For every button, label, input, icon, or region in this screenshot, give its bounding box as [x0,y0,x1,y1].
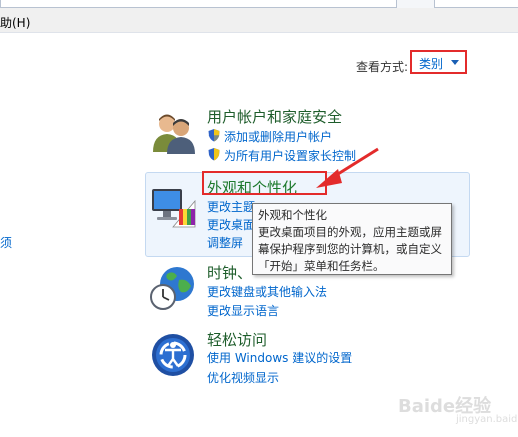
left-pane-link[interactable]: 须 [0,234,12,251]
view-by-dropdown[interactable]: 类别 [410,50,467,74]
address-bar[interactable] [0,0,397,8]
menu-bar: 助(H) [0,8,518,33]
link-add-remove-accounts[interactable]: 添加或删除用户帐户 [224,128,332,145]
tooltip-line: 幕保护程序到您的计算机，或自定义 [258,242,442,256]
link-optimize-video-display[interactable]: 优化视频显示 [207,369,279,386]
tooltip-title: 外观和个性化 [258,208,327,222]
menu-help[interactable]: 助(H) [0,14,30,31]
uac-shield-icon [208,129,220,142]
link-change-display-language[interactable]: 更改显示语言 [207,302,279,319]
watermark-sub: jingyan.baidu.com [456,414,518,425]
link-windows-recommended-settings[interactable]: 使用 Windows 建议的设置 [207,349,352,366]
search-box[interactable] [434,0,518,8]
category-title[interactable]: 用户帐户和家庭安全 [207,106,342,127]
link-adjust-resolution[interactable]: 调整屏 [207,234,243,251]
monitor-palette-icon [152,189,196,228]
annotation-arrow [316,147,379,188]
view-by-value: 类别 [419,57,444,71]
tooltip-line: 更改桌面项目的外观，应用主题或屏 [258,225,442,239]
link-change-desktop[interactable]: 更改桌面 [207,216,255,233]
link-change-theme[interactable]: 更改主题 [207,198,255,215]
ease-of-access-icon [152,334,194,376]
uac-shield-icon [208,148,220,161]
category-clock-language: 时钟、 更改键盘或其他输入法 更改显示语言 [145,262,470,322]
users-icon [153,114,195,154]
category-ease-of-access: 轻松访问 使用 Windows 建议的设置 优化视频显示 [145,329,470,389]
category-title[interactable]: 轻松访问 [207,329,267,350]
view-by-label: 查看方式: [356,60,409,74]
link-change-keyboards[interactable]: 更改键盘或其他输入法 [207,283,327,300]
category-title[interactable]: 时钟、 [207,262,252,283]
globe-clock-icon [150,267,194,310]
chevron-down-icon [451,60,459,65]
